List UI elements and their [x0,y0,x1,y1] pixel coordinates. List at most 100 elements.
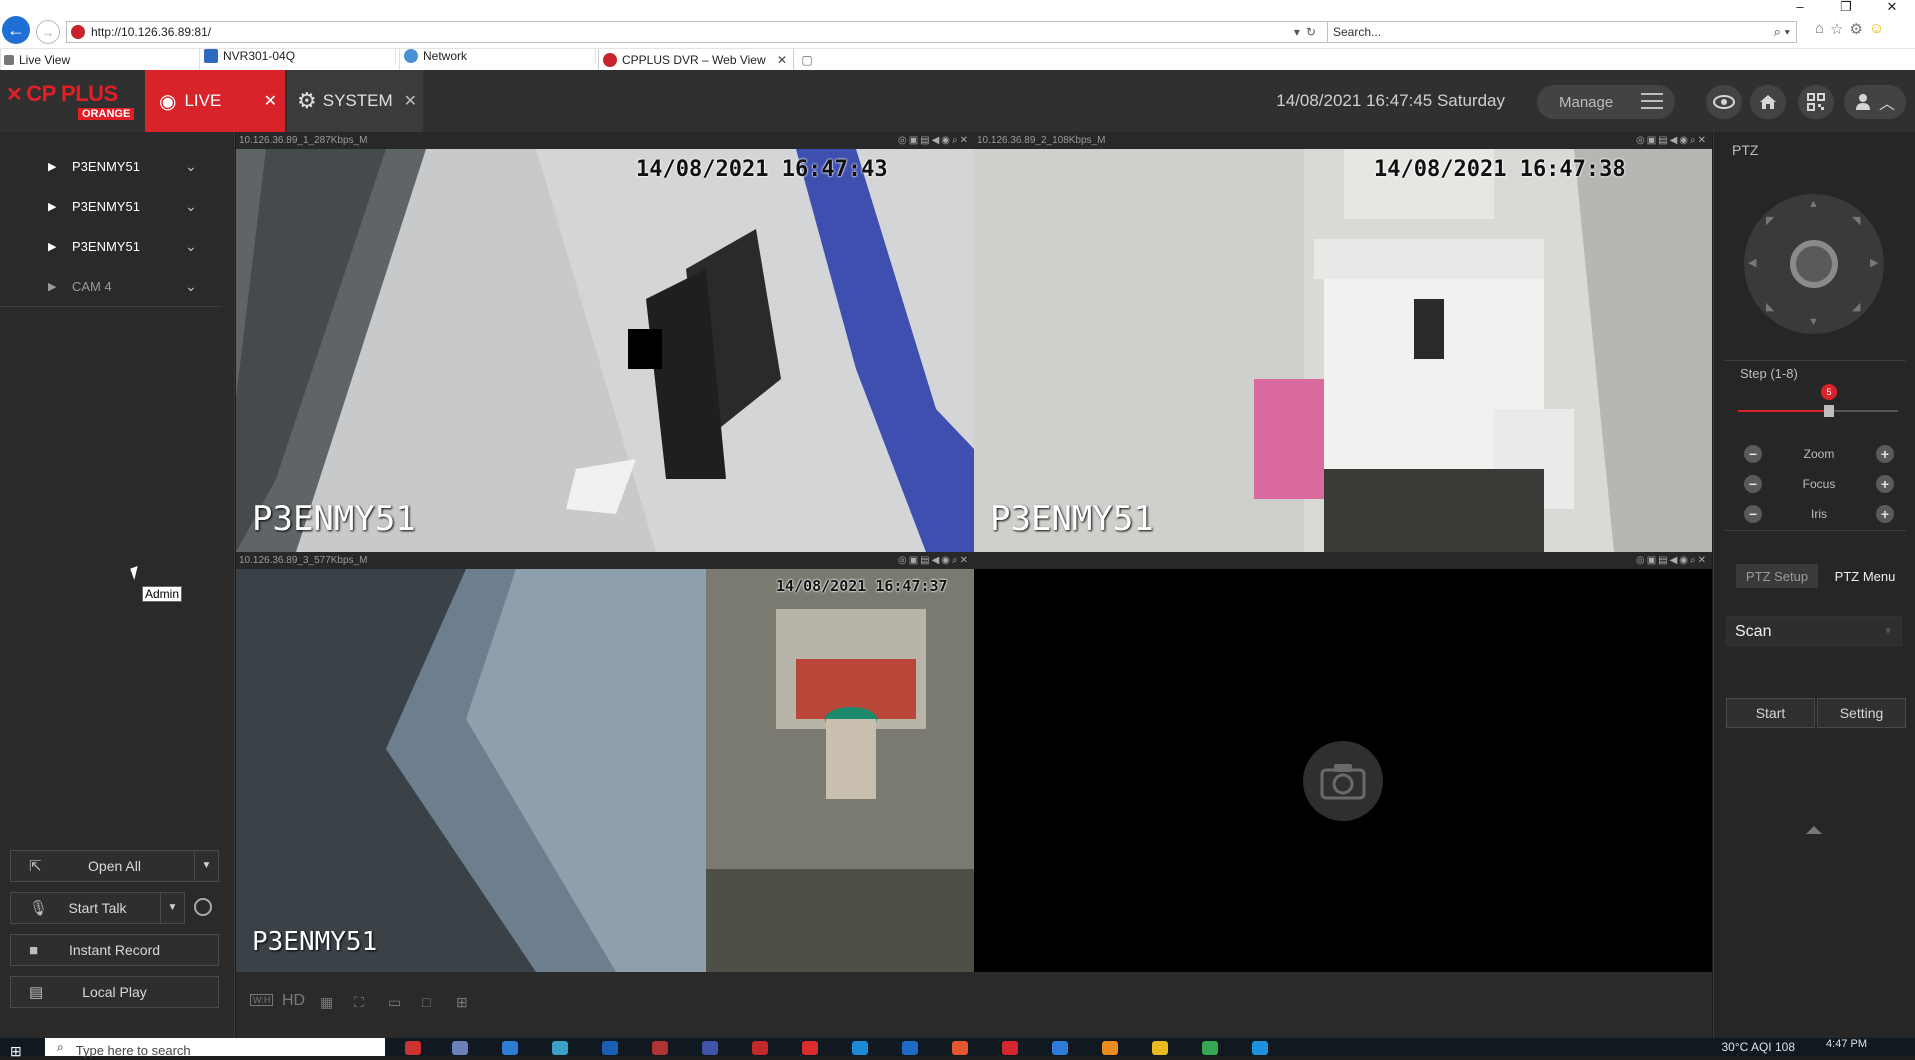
expand-arrow-icon[interactable]: ▶ [48,160,56,173]
taskbar-search-placeholder[interactable]: Type here to search [76,1043,191,1058]
manage-button[interactable]: Manage [1537,85,1675,119]
layout-1-icon[interactable]: □ [422,994,430,1010]
taskbar-search-box[interactable]: ⌕ Type here to search [45,1038,385,1058]
video-tile-2[interactable]: 10.126.36.89_2_108Kbps_M ◎▣▤◀◉⌕✕ 14/08/2… [974,132,1712,552]
taskbar-app-icon[interactable] [405,1041,421,1055]
close-icon[interactable]: ✕ [404,91,417,111]
address-actions[interactable]: ▾↻ [1294,25,1328,39]
smiley-icon[interactable]: ☺ [1869,20,1884,38]
chevron-down-icon[interactable]: ⌄ [185,238,197,255]
video-tile-3[interactable]: 10.126.36.89_3_577Kbps_M ◎▣▤◀◉⌕✕ 14/08/2… [236,552,974,972]
tile-toolbar[interactable]: ◎▣▤◀◉⌕✕ [1636,552,1708,569]
dropdown-caret-icon[interactable]: ▼ [194,851,218,881]
user-menu-button[interactable]: ︿ [1844,85,1906,119]
restore-button[interactable]: ❐ [1823,0,1869,16]
collapse-up-icon[interactable] [1806,826,1822,834]
video-tile-1[interactable]: 10.126.36.89_1_287Kbps_M ◎▣▤◀◉⌕✕ 14/08/2… [236,132,974,552]
talk-status-indicator[interactable] [194,898,212,916]
expand-arrow-icon[interactable]: ▶ [48,240,56,253]
expand-arrow-icon[interactable]: ▶ [48,280,56,293]
aspect-ratio-icon[interactable]: W:H [250,994,274,1006]
browser-search-box[interactable]: Search... ⌕ ▾ [1327,21,1797,43]
taskbar-app-icon[interactable] [652,1041,668,1055]
tree-item-channel-1[interactable]: ▶ P3ENMY51 ⌄ [0,146,222,186]
ptz-start-button[interactable]: Start [1726,698,1815,728]
taskbar-app-icon[interactable] [452,1041,468,1055]
taskbar-app-icon[interactable] [1102,1041,1118,1055]
windows-start-icon[interactable]: ⊞ [10,1043,22,1060]
address-bar[interactable]: http://10.126.36.89:81/ ▾↻ [66,21,1329,43]
tree-item-channel-2[interactable]: ▶ P3ENMY51 ⌄ [0,186,222,226]
qr-code-icon[interactable] [1798,85,1834,119]
taskbar-app-icon[interactable] [552,1041,568,1055]
taskbar-app-icon[interactable] [1202,1041,1218,1055]
fluency-icon[interactable]: ▦ [320,994,333,1011]
dropdown-caret-icon[interactable]: ▼ [160,893,184,923]
pan-down-left-icon[interactable]: ◣ [1766,300,1774,313]
pan-up-icon[interactable]: ▲ [1808,198,1819,210]
tile-toolbar[interactable]: ◎▣▤◀◉⌕✕ [898,552,970,569]
pan-down-right-icon[interactable]: ◢ [1852,300,1860,313]
tab-live[interactable]: ◉ LIVE ✕ [145,70,285,132]
focus-plus-button[interactable]: + [1876,475,1894,493]
taskbar-app-icon[interactable] [752,1041,768,1055]
home-icon[interactable] [1750,85,1786,119]
tile-toolbar[interactable]: ◎▣▤◀◉⌕✕ [898,132,970,149]
browser-search-text[interactable]: Search... [1328,25,1774,39]
back-button[interactable]: ← [2,16,30,44]
settings-gear-icon[interactable]: ⚙ [1850,20,1863,38]
live-view-eye-icon[interactable] [1706,85,1742,119]
taskbar-app-icon[interactable] [502,1041,518,1055]
close-icon[interactable]: ✕ [264,91,277,111]
tree-item-channel-3[interactable]: ▶ P3ENMY51 ⌄ [0,226,222,266]
home-icon[interactable]: ⌂ [1815,20,1824,38]
tab-close-icon[interactable]: ✕ [777,53,787,67]
ptz-function-select[interactable]: Scan ▼ [1726,616,1902,646]
tree-item-channel-4[interactable]: ▶ CAM 4 ⌄ [0,266,222,306]
zoom-in-button[interactable]: + [1876,445,1894,463]
tab-ptz-menu[interactable]: PTZ Menu [1824,564,1906,588]
iris-plus-button[interactable]: + [1876,505,1894,523]
open-all-button[interactable]: ⇱ Open All ▼ [10,850,219,882]
tab-nvr301[interactable]: NVR301-04Q [200,49,396,63]
tab-cpplus-dvr[interactable]: CPPLUS DVR – Web View ✕ [598,49,794,71]
taskbar-app-icon[interactable] [702,1041,718,1055]
hd-toggle[interactable]: HD [282,992,305,1010]
close-window-button[interactable]: ✕ [1869,0,1915,16]
chevron-down-icon[interactable]: ⌄ [185,198,197,215]
new-tab-button[interactable]: ▢ [796,49,818,71]
taskbar-app-icon[interactable] [902,1041,918,1055]
layout-single-bar-icon[interactable]: ▭ [388,994,401,1011]
start-talk-button[interactable]: 🎙︎ Start Talk ▼ [10,892,185,924]
video-tile-4-empty[interactable]: ◎▣▤◀◉⌕✕ [974,552,1712,972]
address-text[interactable]: http://10.126.36.89:81/ [91,25,1294,39]
system-tray[interactable]: 30°C AQI 108 [1721,1040,1795,1054]
pan-left-icon[interactable]: ◀ [1748,256,1756,269]
ptz-setting-button[interactable]: Setting [1817,698,1906,728]
minimize-button[interactable]: – [1777,0,1823,16]
tile-toolbar[interactable]: ◎▣▤◀◉⌕✕ [1636,132,1708,149]
pan-up-right-icon[interactable]: ◥ [1852,214,1860,227]
ptz-direction-dial[interactable]: ▲ ▼ ◀ ▶ ◤ ◥ ◣ ◢ [1744,194,1884,334]
taskbar-app-icon[interactable] [1252,1041,1268,1055]
taskbar-app-icon[interactable] [602,1041,618,1055]
forward-button[interactable]: → [36,20,60,44]
taskbar-app-icon[interactable] [1152,1041,1168,1055]
taskbar-app-icon[interactable] [952,1041,968,1055]
taskbar-app-icon[interactable] [802,1041,818,1055]
layout-4-icon[interactable]: ⊞ [456,994,468,1011]
taskbar-clock[interactable]: 4:47 PM [1826,1038,1867,1050]
taskbar-app-icon[interactable] [1002,1041,1018,1055]
chevron-down-icon[interactable]: ⌄ [185,278,197,295]
taskbar-app-icon[interactable] [852,1041,868,1055]
step-slider[interactable]: 5 [1738,384,1898,417]
step-slider-handle[interactable] [1824,405,1834,417]
expand-arrow-icon[interactable]: ▶ [48,200,56,213]
search-icon[interactable]: ⌕ ▾ [1774,24,1796,40]
tab-ptz-setup[interactable]: PTZ Setup [1736,564,1818,588]
pan-up-left-icon[interactable]: ◤ [1766,214,1774,227]
pan-down-icon[interactable]: ▼ [1808,316,1819,328]
fullscreen-icon[interactable]: ⛶ [354,994,364,1011]
tab-system[interactable]: ⚙ SYSTEM ✕ [287,70,423,132]
favorites-star-icon[interactable]: ☆ [1830,20,1843,38]
